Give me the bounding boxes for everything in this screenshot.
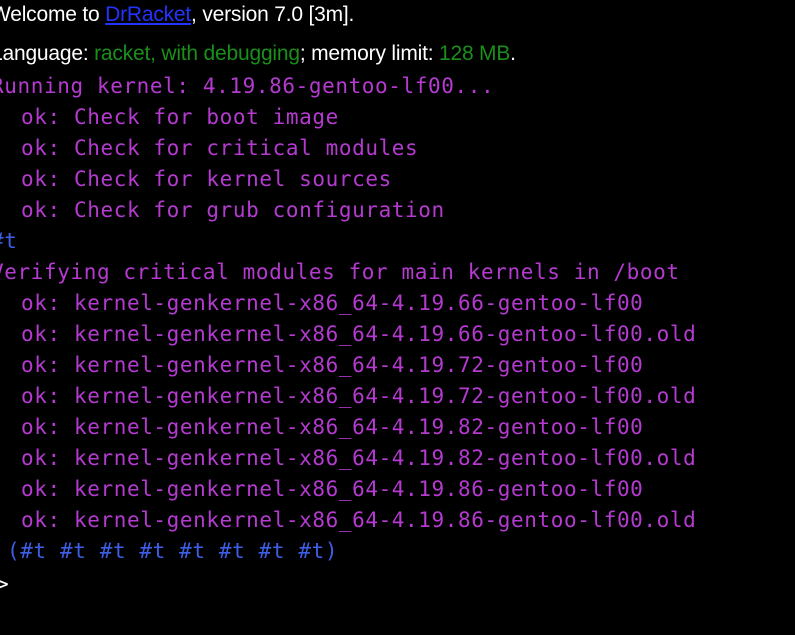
module-line: ok: kernel-genkernel-x86_64-4.19.86-gent… [21, 477, 644, 501]
language-end: . [510, 42, 516, 65]
module-line: ok: kernel-genkernel-x86_64-4.19.82-gent… [21, 446, 697, 470]
memory-label: ; memory limit: [299, 42, 439, 65]
welcome-prefix: Welcome to [0, 3, 106, 26]
verifying-line: Verifying critical modules for main kern… [0, 260, 680, 284]
language-value: racket, with debugging [94, 42, 300, 65]
module-line: ok: kernel-genkernel-x86_64-4.19.66-gent… [21, 291, 644, 315]
result-list: (#t #t #t #t #t #t #t #t) [7, 539, 339, 563]
result-value: #t [0, 229, 18, 253]
memory-value: 128 MB [438, 42, 511, 65]
module-line: ok: kernel-genkernel-x86_64-4.19.86-gent… [21, 508, 697, 532]
language-line: Language: racket, with debugging; memory… [0, 42, 516, 66]
module-line: ok: kernel-genkernel-x86_64-4.19.72-gent… [21, 384, 697, 408]
welcome-suffix: , version 7.0 [3m]. [191, 3, 355, 26]
check-line: ok: Check for grub configuration [21, 198, 445, 222]
module-line: ok: kernel-genkernel-x86_64-4.19.82-gent… [21, 415, 644, 439]
check-line: ok: Check for kernel sources [21, 167, 392, 191]
running-kernel-line: Running kernel: 4.19.86-gentoo-lf00... [0, 74, 495, 98]
welcome-line: Welcome to DrRacket, version 7.0 [3m]. [0, 3, 354, 27]
repl-prompt[interactable]: > [0, 572, 9, 596]
language-label: Language: [0, 42, 95, 65]
check-line: ok: Check for critical modules [21, 136, 419, 160]
interactions-pane[interactable]: Welcome to DrRacket, version 7.0 [3m]. L… [0, 0, 795, 635]
check-line: ok: Check for boot image [21, 105, 339, 129]
module-line: ok: kernel-genkernel-x86_64-4.19.72-gent… [21, 353, 644, 377]
drracket-link[interactable]: DrRacket [105, 3, 191, 26]
module-line: ok: kernel-genkernel-x86_64-4.19.66-gent… [21, 322, 697, 346]
